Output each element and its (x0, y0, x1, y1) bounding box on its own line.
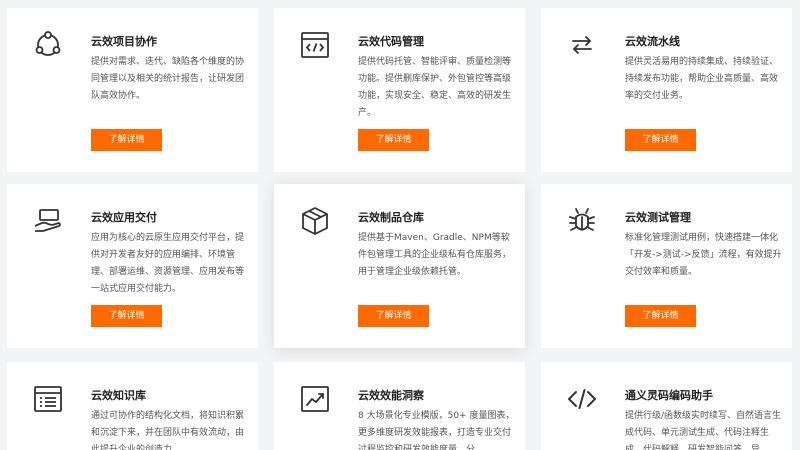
learn-more-button[interactable]: 了解详情 (358, 305, 429, 327)
card-title: 云效制品仓库 (358, 211, 424, 224)
product-card-testing: 云效测试管理 标准化管理测试用例，快速搭建一体化「开发->测试->反馈」流程，有… (541, 184, 792, 348)
card-description: 通过可协作的结构化文档，将知识积累和沉淀下来，并在团队中有效流动，由此提升企业的… (91, 411, 245, 450)
package-box-icon (298, 204, 332, 238)
card-title: 云效项目协作 (91, 35, 157, 48)
pipeline-arrows-icon (565, 28, 599, 62)
code-window-icon (298, 28, 332, 62)
product-card-project: 云效项目协作 提供对需求、迭代、缺陷各个维度的协同管理以及相关的统计报告，让研发… (7, 8, 258, 172)
code-brackets-icon (565, 382, 599, 416)
card-title: 云效知识库 (91, 389, 146, 402)
product-card-lingma: 通义灵码编码助手 提供行级/函数级实时续写、自然语言生成代码、单元测试生成、代码… (541, 362, 792, 450)
hand-delivery-icon (31, 204, 65, 238)
product-card-delivery: 云效应用交付 应用为核心的云原生应用交付平台，提供对开发者友好的应用编排、环境管… (7, 184, 258, 348)
card-title: 通义灵码编码助手 (625, 389, 713, 402)
card-description: 提供行级/函数级实时续写、自然语言生成代码、单元测试生成、代码注释生成、代码解释… (625, 411, 782, 450)
learn-more-button[interactable]: 了解详情 (358, 129, 429, 151)
document-list-icon (31, 382, 65, 416)
card-description: 提供代码托管、智能评审、质量检测等功能。提供删库保护、外包管控等高级功能，实现安… (358, 57, 512, 118)
learn-more-button[interactable]: 了解详情 (625, 129, 696, 151)
card-description: 应用为核心的云原生应用交付平台，提供对开发者友好的应用编排、环境管理、部署运维、… (91, 233, 245, 294)
product-card-insight: 云效效能洞察 8 大场景化专业模版，50+ 度量图表，更多维度研发效能报表，打造… (274, 362, 525, 450)
card-title: 云效代码管理 (358, 35, 424, 48)
product-card-code: 云效代码管理 提供代码托管、智能评审、质量检测等功能。提供删库保护、外包管控等高… (274, 8, 525, 172)
card-title: 云效测试管理 (625, 211, 691, 224)
card-description: 提供对需求、迭代、缺陷各个维度的协同管理以及相关的统计报告，让研发团队高效协作。 (91, 57, 245, 101)
learn-more-button[interactable]: 了解详情 (91, 129, 162, 151)
card-description: 提供灵活易用的持续集成、持续验证、持续发布功能，帮助企业高质量、高效率的交付业务… (625, 57, 779, 101)
card-title: 云效效能洞察 (358, 389, 424, 402)
card-description: 提供基于Maven、Gradle、NPM等软件包管理工具的企业级私有仓库服务，用… (358, 233, 512, 277)
trend-chart-icon (298, 382, 332, 416)
card-description: 8 大场景化专业模版，50+ 度量图表，更多维度研发效能报表，打造专业交付过程监… (358, 411, 515, 450)
bug-icon (565, 204, 599, 238)
learn-more-button[interactable]: 了解详情 (91, 305, 162, 327)
card-description: 标准化管理测试用例，快速搭建一体化「开发->测试->反馈」流程，有效提升交付效率… (625, 233, 782, 277)
card-title: 云效应用交付 (91, 211, 157, 224)
product-card-knowledge: 云效知识库 通过可协作的结构化文档，将知识积累和沉淀下来，并在团队中有效流动，由… (7, 362, 258, 450)
product-card-artifact: 云效制品仓库 提供基于Maven、Gradle、NPM等软件包管理工具的企业级私… (274, 184, 525, 348)
product-card-pipeline: 云效流水线 提供灵活易用的持续集成、持续验证、持续发布功能，帮助企业高质量、高效… (541, 8, 792, 172)
card-title: 云效流水线 (625, 35, 680, 48)
people-network-icon (31, 28, 65, 62)
learn-more-button[interactable]: 了解详情 (625, 305, 696, 327)
product-card-grid: 云效项目协作 提供对需求、迭代、缺陷各个维度的协同管理以及相关的统计报告，让研发… (0, 0, 800, 450)
